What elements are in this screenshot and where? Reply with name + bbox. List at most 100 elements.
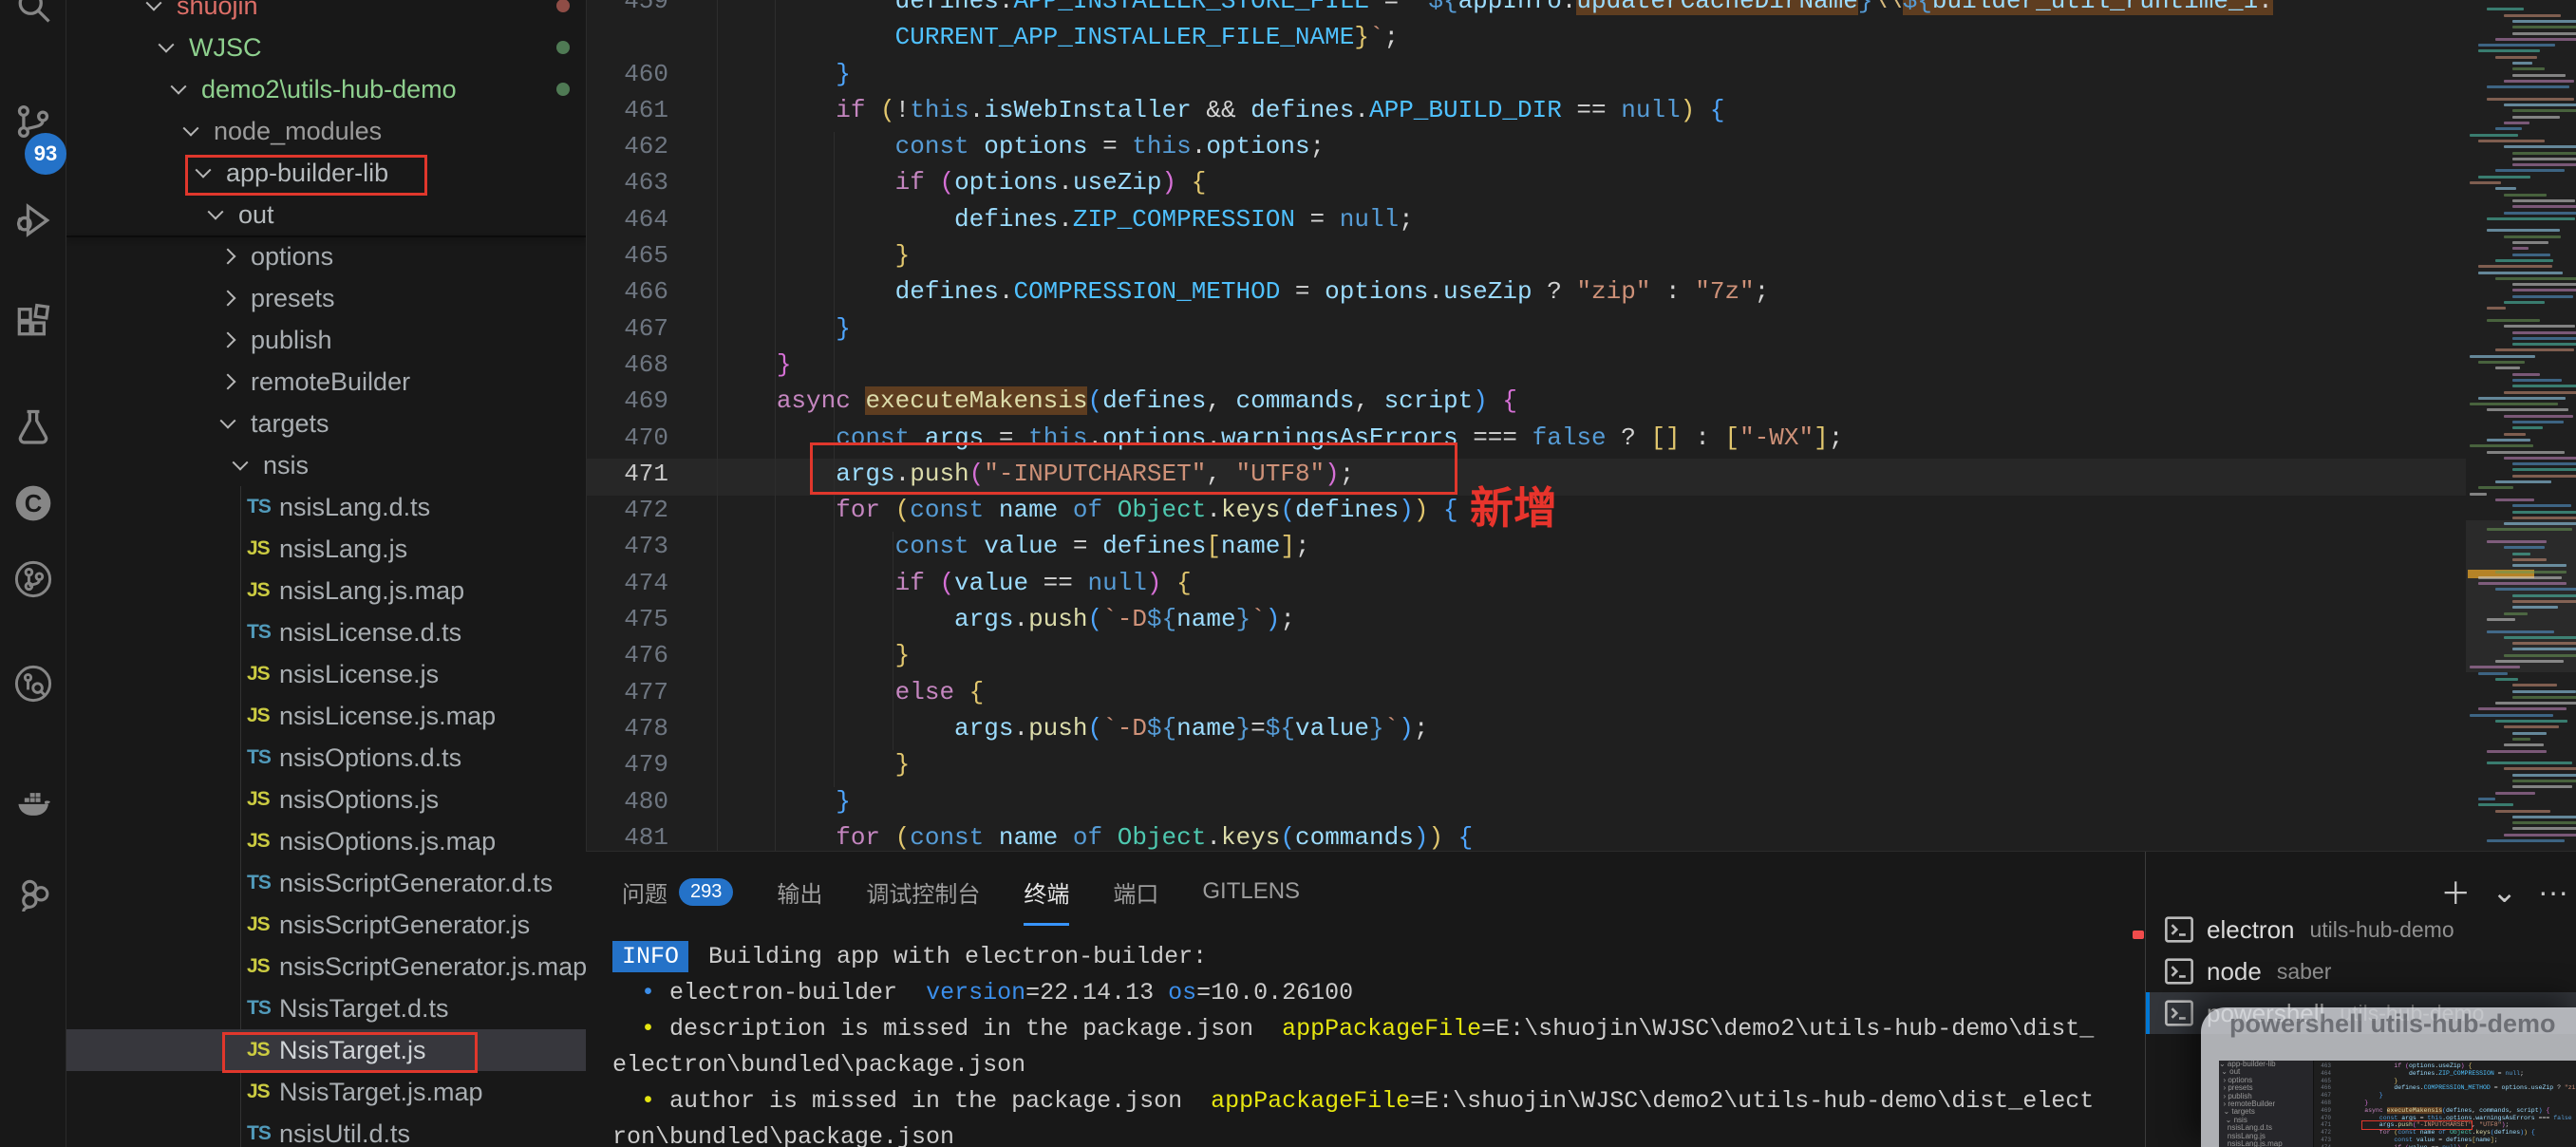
tree-item-out[interactable]: out bbox=[66, 194, 586, 235]
panel-tab-输出[interactable]: 输出 bbox=[777, 852, 822, 931]
chevron-down-icon[interactable] bbox=[183, 121, 199, 137]
extensions-icon[interactable] bbox=[12, 302, 54, 344]
tree-item-nsisoptions.d.ts[interactable]: TSnsisOptions.d.ts bbox=[66, 737, 586, 779]
chevron-right-icon[interactable] bbox=[220, 332, 236, 348]
chevron-down-icon[interactable] bbox=[220, 413, 236, 429]
code-line-480: } bbox=[658, 787, 2462, 823]
search-icon[interactable] bbox=[12, 0, 54, 27]
panel-tab-GITLENS[interactable]: GITLENS bbox=[1202, 852, 1300, 931]
chevron-right-icon[interactable] bbox=[220, 291, 236, 307]
chevron-down-icon[interactable] bbox=[196, 162, 212, 179]
tree-item-nsisoptions.js[interactable]: JSnsisOptions.js bbox=[66, 779, 586, 820]
pip-tree-row: ⌄ nsis bbox=[2219, 1117, 2313, 1124]
testing-icon[interactable] bbox=[12, 406, 54, 448]
tree-item-shuojin[interactable]: shuojin bbox=[66, 0, 586, 27]
tree-item-nsisoptions.js.map[interactable]: JSnsisOptions.js.map bbox=[66, 820, 586, 862]
minimap-code-line bbox=[2470, 134, 2518, 137]
tree-item-label: remoteBuilder bbox=[251, 367, 410, 397]
chevron-down-icon[interactable] bbox=[146, 0, 162, 11]
chevron-down-icon[interactable] bbox=[159, 37, 175, 53]
code-lines[interactable]: defines.APP_INSTALLER_STORE_FILE = `${ap… bbox=[658, 0, 2462, 851]
minimap-code-line bbox=[2512, 648, 2576, 650]
panel-tab-端口[interactable]: 端口 bbox=[1113, 852, 1158, 931]
tree-item-nsistarget.d.ts[interactable]: TSNsisTarget.d.ts bbox=[66, 987, 586, 1029]
figma-icon[interactable] bbox=[12, 876, 54, 918]
new-terminal-icon[interactable]: ＋ bbox=[2440, 870, 2471, 913]
pip-tree-row: nsisLang.js.map bbox=[2219, 1140, 2313, 1147]
editor[interactable]: 4594604614624634644654664674684694704714… bbox=[586, 0, 2466, 851]
tree-item-nsislang.d.ts[interactable]: TSnsisLang.d.ts bbox=[66, 486, 586, 528]
minimap-code-line bbox=[2495, 259, 2553, 262]
chevron-right-icon[interactable] bbox=[220, 249, 236, 265]
tree-item-demo2-utils-hub-demo[interactable]: demo2\utils-hub-demo bbox=[66, 68, 586, 110]
pip-mini-code: 463 if (options.useZip) {464 defines.ZIP… bbox=[2314, 1062, 2576, 1147]
tree-item-label: nsisOptions.js bbox=[279, 785, 439, 815]
tree-item-nsistarget.js.map[interactable]: JSNsisTarget.js.map bbox=[66, 1071, 586, 1113]
tree-item-app-builder-lib[interactable]: app-builder-lib bbox=[66, 152, 586, 194]
tree-item-nsislicense.js[interactable]: JSnsisLicense.js bbox=[66, 653, 586, 695]
tree-item-nsislicense.js.map[interactable]: JSnsisLicense.js.map bbox=[66, 695, 586, 737]
tree-item-nsislicense.d.ts[interactable]: TSnsisLicense.d.ts bbox=[66, 611, 586, 653]
minimap-code-line bbox=[2512, 373, 2540, 376]
minimap-code-line bbox=[2495, 588, 2576, 591]
terminal-item-node[interactable]: node saber bbox=[2146, 950, 2576, 992]
js-file-icon: JS bbox=[247, 1039, 279, 1062]
run-and-debug-icon[interactable] bbox=[12, 199, 54, 241]
tree-item-label: NsisTarget.d.ts bbox=[279, 994, 449, 1024]
minimap-code-line bbox=[2478, 798, 2495, 800]
pip-tree-row: › remoteBuilder bbox=[2219, 1100, 2313, 1108]
minimap[interactable] bbox=[2466, 0, 2576, 851]
tree-item-label: publish bbox=[251, 326, 332, 355]
launch-profile-chevron-icon[interactable]: ⌄ bbox=[2491, 874, 2517, 910]
minimap-code-line bbox=[2504, 546, 2545, 549]
minimap-code-line bbox=[2478, 582, 2567, 585]
tree-item-nsisscriptgenerator.d.ts[interactable]: TSnsisScriptGenerator.d.ts bbox=[66, 862, 586, 904]
minimap-code-line bbox=[2512, 827, 2576, 830]
chevron-down-icon[interactable] bbox=[233, 455, 249, 471]
terminal-line: • author is missed in the package.json a… bbox=[612, 1087, 2132, 1123]
chevron-right-icon[interactable] bbox=[220, 374, 236, 390]
minimap-code-line bbox=[2512, 821, 2576, 824]
minimap-code-line bbox=[2512, 343, 2576, 346]
c-extension-icon[interactable]: C bbox=[12, 482, 54, 524]
code-line-477: else { bbox=[658, 678, 2462, 714]
panel-tabs: 问题293 输出调试控制台终端端口 GITLENS bbox=[622, 852, 1344, 931]
git-graph-icon[interactable] bbox=[12, 558, 54, 600]
gitlens-icon[interactable] bbox=[12, 663, 54, 705]
tree-item-node-modules[interactable]: node_modules bbox=[66, 110, 586, 152]
minimap-code-line bbox=[2504, 522, 2576, 525]
git-status-dot bbox=[556, 0, 570, 12]
tree-item-presets[interactable]: presets bbox=[66, 277, 586, 319]
docker-icon[interactable] bbox=[12, 781, 54, 823]
terminal-name: node bbox=[2207, 957, 2262, 987]
code-line-459: defines.APP_INSTALLER_STORE_FILE = `${ap… bbox=[658, 0, 2462, 23]
tree-item-publish[interactable]: publish bbox=[66, 319, 586, 361]
minimap-code-line bbox=[2512, 331, 2576, 334]
tree-item-targets[interactable]: targets bbox=[66, 403, 586, 444]
chevron-down-icon[interactable] bbox=[171, 79, 187, 95]
minimap-code-line bbox=[2495, 678, 2518, 681]
panel-tab-调试控制台[interactable]: 调试控制台 bbox=[866, 852, 980, 931]
tree-item-nsisutil.d.ts[interactable]: TSnsisUtil.d.ts bbox=[66, 1113, 586, 1147]
minimap-code-line bbox=[2504, 612, 2528, 615]
tree-item-nsislang.js[interactable]: JSnsisLang.js bbox=[66, 528, 586, 570]
tree-item-options[interactable]: options bbox=[66, 235, 586, 277]
more-actions-icon[interactable]: ··· bbox=[2538, 874, 2568, 910]
tree-item-nsisscriptgenerator.js.map[interactable]: JSnsisScriptGenerator.js.map bbox=[66, 946, 586, 987]
terminal-item-electron[interactable]: electronutils-hub-demo bbox=[2146, 909, 2576, 950]
terminal-detail: saber bbox=[2277, 959, 2332, 985]
chevron-down-icon[interactable] bbox=[208, 204, 224, 220]
pip-overlay[interactable]: powershell utils-hub-demo ⌄ app-builder-… bbox=[2201, 1007, 2576, 1147]
terminal-output[interactable]: INFO Building app with electron-builder:… bbox=[612, 943, 2132, 1147]
panel-tab-终端[interactable]: 终端 bbox=[1024, 852, 1069, 931]
minimap-code-line bbox=[2512, 517, 2576, 519]
tree-item-wjsc[interactable]: WJSC bbox=[66, 27, 586, 68]
tree-item-label: nsisScriptGenerator.js bbox=[279, 911, 530, 940]
tree-item-nsisscriptgenerator.js[interactable]: JSnsisScriptGenerator.js bbox=[66, 904, 586, 946]
minimap-code-line bbox=[2512, 462, 2576, 465]
tree-item-nsistarget.js[interactable]: JSNsisTarget.js bbox=[66, 1029, 586, 1071]
panel-tab-问题[interactable]: 问题293 bbox=[622, 852, 733, 931]
tree-item-nsislang.js.map[interactable]: JSnsisLang.js.map bbox=[66, 570, 586, 611]
tree-item-nsis[interactable]: nsis bbox=[66, 444, 586, 486]
tree-item-remotebuilder[interactable]: remoteBuilder bbox=[66, 361, 586, 403]
